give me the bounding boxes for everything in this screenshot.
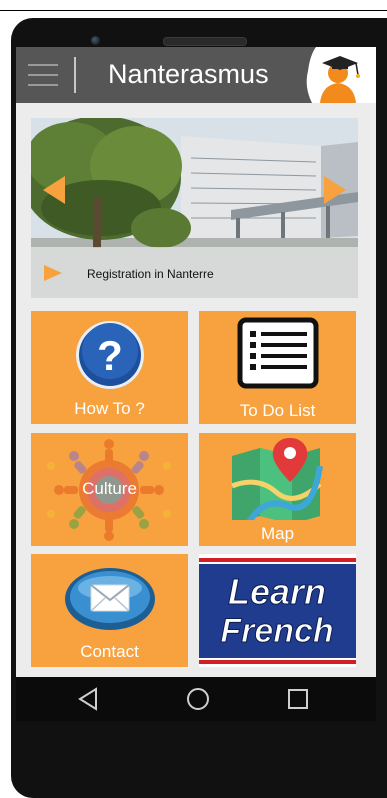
main-content: Registration in Nanterre ? How To ? To D… [16, 103, 376, 677]
image-carousel[interactable]: Registration in Nanterre [31, 118, 358, 298]
checklist-icon [237, 317, 319, 389]
svg-text:?: ? [97, 332, 123, 379]
question-mark-icon: ? [76, 321, 144, 389]
earpiece-speaker [163, 37, 247, 46]
app-title: Nanterasmus [108, 59, 269, 89]
tile-map-label: Map [260, 524, 295, 543]
tile-to-do-list[interactable]: To Do List [199, 311, 356, 424]
carousel-next-arrow-icon[interactable] [322, 175, 348, 205]
profile-avatar-button[interactable] [302, 47, 376, 103]
tile-culture[interactable]: Culture [31, 433, 188, 546]
carousel-prev-arrow-icon[interactable] [41, 175, 67, 205]
android-navigation-bar [16, 677, 376, 721]
learn-text: Learn [228, 571, 326, 612]
header-divider [74, 57, 76, 93]
tile-culture-label: Culture [82, 479, 137, 498]
tile-map[interactable]: Map [199, 433, 356, 546]
phone-screen: Nanterasmus Registration in Nanterre ? H… [16, 47, 376, 677]
circle-home-icon[interactable] [182, 683, 214, 715]
tile-contact[interactable]: Contact [31, 554, 188, 667]
square-recents-icon[interactable] [282, 683, 314, 715]
hamburger-menu-button[interactable] [26, 59, 60, 91]
caption-play-icon [44, 265, 62, 281]
menu-bar-line [28, 64, 58, 66]
app-header: Nanterasmus [16, 47, 376, 103]
front-camera [91, 36, 100, 45]
menu-bar-line [28, 84, 58, 86]
student-avatar-icon [306, 47, 376, 103]
carousel-caption: Registration in Nanterre [87, 267, 214, 281]
triangle-back-icon[interactable] [72, 683, 104, 715]
carousel-caption-bar: Registration in Nanterre [31, 247, 358, 298]
menu-bar-line [28, 74, 58, 76]
learn-french-logo: Learn French [199, 554, 356, 667]
tile-how-to-label: How To ? [74, 399, 145, 418]
tile-learn-french[interactable]: Learn French [199, 554, 356, 667]
map-pin-icon [231, 438, 323, 520]
top-border-line [0, 10, 387, 11]
french-text: French [220, 612, 333, 650]
tile-to-do-list-label: To Do List [239, 401, 316, 420]
tile-how-to[interactable]: ? How To ? [31, 311, 188, 424]
envelope-icon [65, 568, 155, 630]
tile-contact-label: Contact [80, 642, 139, 661]
